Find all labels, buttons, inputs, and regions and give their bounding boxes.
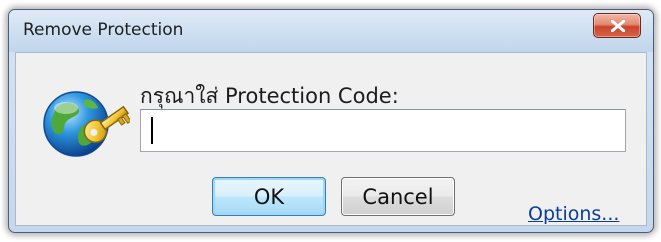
dialog-body: กรุณาใส่ Protection Code: OK Cancel Opti… (15, 52, 647, 226)
text-caret (151, 117, 153, 144)
options-link[interactable]: Options... (528, 203, 619, 225)
cancel-button[interactable]: Cancel (341, 177, 455, 216)
close-button[interactable] (593, 13, 641, 38)
window-title: Remove Protection (23, 20, 184, 40)
globe-key-icon (38, 86, 132, 182)
remove-protection-dialog: Remove Protection กรุณาใส่ Protection Co… (8, 9, 654, 233)
title-bar[interactable]: Remove Protection (9, 10, 653, 52)
close-icon (611, 20, 625, 32)
protection-code-input[interactable] (140, 109, 626, 152)
ok-button[interactable]: OK (212, 177, 326, 216)
